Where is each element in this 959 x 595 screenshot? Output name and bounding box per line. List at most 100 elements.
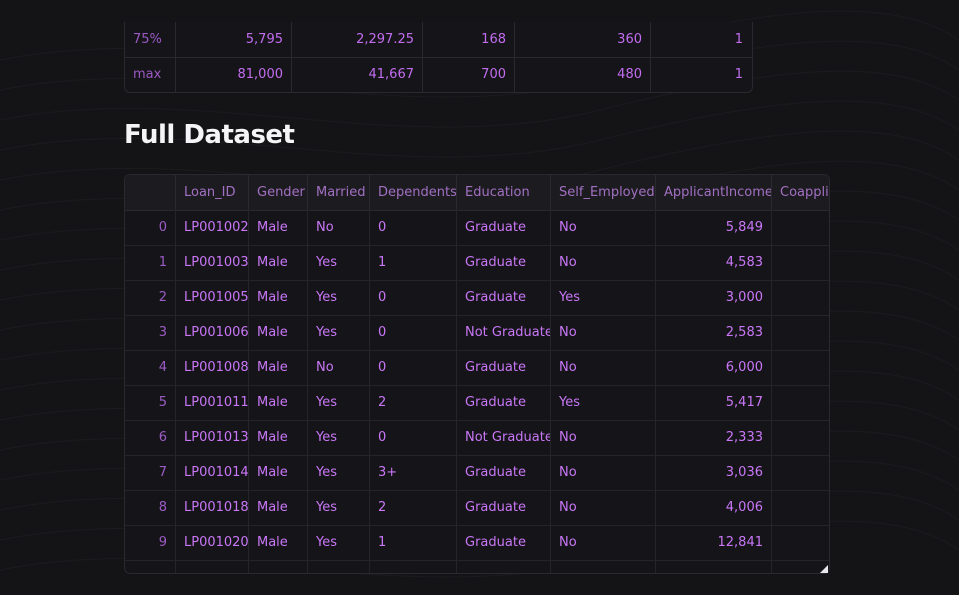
- cell-dependents[interactable]: 2: [370, 490, 457, 525]
- cell-married[interactable]: Yes: [308, 490, 370, 525]
- cell-dependents[interactable]: 0: [370, 420, 457, 455]
- cell-dependents[interactable]: 0: [370, 210, 457, 245]
- cell-loan-id[interactable]: LP001002: [176, 210, 249, 245]
- row-index[interactable]: 8: [125, 490, 176, 525]
- cell-gender[interactable]: Male: [249, 350, 308, 385]
- row-index[interactable]: 9: [125, 525, 176, 560]
- cell-self-employed[interactable]: No: [551, 455, 656, 490]
- cell-education[interactable]: Graduate: [457, 490, 551, 525]
- cell-loan-id[interactable]: LP001013: [176, 420, 249, 455]
- cell-self-employed[interactable]: No: [551, 420, 656, 455]
- cell-applicant-income[interactable]: 4,006: [656, 490, 772, 525]
- cell-self-employed[interactable]: No: [551, 525, 656, 560]
- summary-statistics-table[interactable]: 75% 5,795 2,297.25 168 360 1 max 81,000 …: [124, 22, 753, 93]
- cell-married[interactable]: Yes: [308, 420, 370, 455]
- cell-gender[interactable]: Male: [249, 280, 308, 315]
- cell-coapplicant-income[interactable]: [772, 280, 829, 315]
- cell-education[interactable]: Graduate: [457, 350, 551, 385]
- cell-gender[interactable]: Male: [249, 210, 308, 245]
- cell-coapplicant-income[interactable]: [772, 490, 829, 525]
- column-header-gender[interactable]: Gender: [249, 175, 308, 210]
- row-index[interactable]: 0: [125, 210, 176, 245]
- cell-loan-id[interactable]: LP001005: [176, 280, 249, 315]
- cell-applicant-income[interactable]: 4,583: [656, 245, 772, 280]
- cell-applicant-income[interactable]: 2,583: [656, 315, 772, 350]
- dataset-table[interactable]: Loan_ID Gender Married Dependents Educat…: [124, 174, 830, 574]
- cell-education[interactable]: Graduate: [457, 455, 551, 490]
- cell-dependents[interactable]: 0: [370, 280, 457, 315]
- column-header-index[interactable]: [125, 175, 176, 210]
- row-index[interactable]: 1: [125, 245, 176, 280]
- cell-education[interactable]: Graduate: [457, 210, 551, 245]
- cell-married[interactable]: Yes: [308, 315, 370, 350]
- cell-dependents[interactable]: 3+: [370, 455, 457, 490]
- cell-applicant-income[interactable]: 3,036: [656, 455, 772, 490]
- cell-applicant-income[interactable]: 6,000: [656, 350, 772, 385]
- table-row[interactable]: 2 LP001005 Male Yes 0 Graduate Yes 3,000: [125, 280, 829, 316]
- cell-dependents[interactable]: 1: [370, 245, 457, 280]
- cell-married[interactable]: Yes: [308, 245, 370, 280]
- column-header-self-employed[interactable]: Self_Employed: [551, 175, 656, 210]
- cell-education[interactable]: Not Graduate: [457, 315, 551, 350]
- table-row[interactable]: 4 LP001008 Male No 0 Graduate No 6,000: [125, 350, 829, 386]
- column-header-applicant-income[interactable]: ApplicantIncome: [656, 175, 772, 210]
- row-index[interactable]: 4: [125, 350, 176, 385]
- cell-dependents[interactable]: 2: [370, 385, 457, 420]
- cell-loan-id[interactable]: LP001006: [176, 315, 249, 350]
- cell-gender[interactable]: Male: [249, 385, 308, 420]
- cell-applicant-income[interactable]: 12,841: [656, 525, 772, 560]
- cell-education[interactable]: Graduate: [457, 280, 551, 315]
- row-index[interactable]: 7: [125, 455, 176, 490]
- row-index[interactable]: 5: [125, 385, 176, 420]
- cell-loan-id[interactable]: LP001008: [176, 350, 249, 385]
- cell-loan-id[interactable]: LP001014: [176, 455, 249, 490]
- cell-coapplicant-income[interactable]: [772, 525, 829, 560]
- table-row[interactable]: 0 LP001002 Male No 0 Graduate No 5,849: [125, 210, 829, 246]
- cell-gender[interactable]: Male: [249, 245, 308, 280]
- table-row[interactable]: 6 LP001013 Male Yes 0 Not Graduate No 2,333: [125, 420, 829, 456]
- table-row[interactable]: 8 LP001018 Male Yes 2 Graduate No 4,006: [125, 490, 829, 526]
- table-row[interactable]: 3 LP001006 Male Yes 0 Not Graduate No 2,583: [125, 315, 829, 351]
- cell-loan-id[interactable]: LP001018: [176, 490, 249, 525]
- cell-gender[interactable]: Male: [249, 490, 308, 525]
- column-header-education[interactable]: Education: [457, 175, 551, 210]
- cell-applicant-income[interactable]: 3,000: [656, 280, 772, 315]
- cell-coapplicant-income[interactable]: [772, 245, 829, 280]
- resize-handle-icon[interactable]: [820, 565, 828, 573]
- cell-education[interactable]: Graduate: [457, 245, 551, 280]
- cell-coapplicant-income[interactable]: [772, 385, 829, 420]
- cell-coapplicant-income[interactable]: [772, 420, 829, 455]
- cell-coapplicant-income[interactable]: [772, 350, 829, 385]
- cell-coapplicant-income[interactable]: [772, 210, 829, 245]
- table-row[interactable]: 7 LP001014 Male Yes 3+ Graduate No 3,036: [125, 455, 829, 491]
- column-header-loan-id[interactable]: Loan_ID: [176, 175, 249, 210]
- cell-self-employed[interactable]: Yes: [551, 280, 656, 315]
- cell-coapplicant-income[interactable]: [772, 315, 829, 350]
- cell-applicant-income[interactable]: 2,333: [656, 420, 772, 455]
- table-row[interactable]: 5 LP001011 Male Yes 2 Graduate Yes 5,417: [125, 385, 829, 421]
- cell-self-employed[interactable]: No: [551, 245, 656, 280]
- column-header-coapplicant-income[interactable]: Coapplic: [772, 175, 829, 210]
- cell-applicant-income[interactable]: 5,417: [656, 385, 772, 420]
- cell-loan-id[interactable]: LP001020: [176, 525, 249, 560]
- cell-dependents[interactable]: 0: [370, 350, 457, 385]
- cell-education[interactable]: Not Graduate: [457, 420, 551, 455]
- cell-self-employed[interactable]: No: [551, 315, 656, 350]
- cell-married[interactable]: No: [308, 350, 370, 385]
- cell-education[interactable]: Graduate: [457, 385, 551, 420]
- cell-applicant-income[interactable]: 5,849: [656, 210, 772, 245]
- row-index[interactable]: 3: [125, 315, 176, 350]
- cell-gender[interactable]: Male: [249, 455, 308, 490]
- cell-coapplicant-income[interactable]: [772, 455, 829, 490]
- cell-married[interactable]: Yes: [308, 525, 370, 560]
- cell-gender[interactable]: Male: [249, 315, 308, 350]
- cell-dependents[interactable]: 0: [370, 315, 457, 350]
- cell-married[interactable]: Yes: [308, 455, 370, 490]
- cell-education[interactable]: Graduate: [457, 525, 551, 560]
- column-header-dependents[interactable]: Dependents: [370, 175, 457, 210]
- cell-married[interactable]: Yes: [308, 280, 370, 315]
- cell-dependents[interactable]: 1: [370, 525, 457, 560]
- cell-self-employed[interactable]: Yes: [551, 385, 656, 420]
- table-row[interactable]: 1 LP001003 Male Yes 1 Graduate No 4,583: [125, 245, 829, 281]
- cell-loan-id[interactable]: LP001011: [176, 385, 249, 420]
